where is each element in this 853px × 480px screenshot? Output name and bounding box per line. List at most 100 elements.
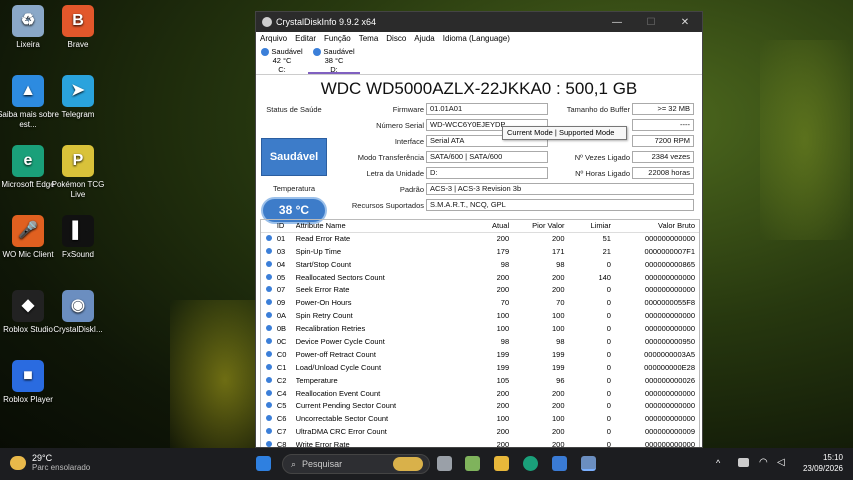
- attr-threshold: 0: [606, 259, 611, 269]
- menu-tema[interactable]: Tema: [359, 34, 379, 43]
- telegram-icon: ➤: [62, 75, 94, 107]
- attr-id: C2: [276, 375, 287, 385]
- desktop-icon-telegram[interactable]: ➤ Telegram: [46, 75, 110, 120]
- copilot-icon[interactable]: [465, 456, 480, 471]
- table-row[interactable]: 01 Read Error Rate 200 200 51 000000000000: [261, 233, 699, 246]
- attr-threshold: 0: [606, 337, 611, 347]
- task-view-icon[interactable]: [437, 456, 452, 471]
- disk-model-title: WDC WD5000AZLX-22JKKA0 : 500,1 GB: [320, 79, 638, 98]
- attr-name: Seek Error Rate: [295, 285, 350, 295]
- table-row[interactable]: 0C Device Power Cycle Count 98 98 0 000000000…: [261, 336, 699, 349]
- attr-worst: 100: [551, 311, 565, 321]
- menu-funcao[interactable]: Função: [324, 34, 351, 43]
- table-row[interactable]: C6 Uncorrectable Sector Count 100 100 0 00000…: [261, 413, 699, 426]
- table-row[interactable]: C2 Temperature 105 96 0 000000000026: [261, 375, 699, 388]
- volume-icon[interactable]: ◁: [777, 457, 785, 468]
- table-row[interactable]: C8 Write Error Rate 200 200 0 000000000000: [261, 439, 699, 448]
- weather-widget[interactable]: 29°C Parc ensolarado: [10, 453, 90, 472]
- drive-tab-c[interactable]: Saudável 42 °C C:: [256, 45, 308, 74]
- maximize-button[interactable]: ☐: [634, 17, 668, 28]
- menu-editar[interactable]: Editar: [295, 34, 316, 43]
- menu-arquivo[interactable]: Arquivo: [260, 34, 287, 43]
- attr-name: Reallocated Sectors Count: [295, 272, 385, 282]
- health-status-button[interactable]: Saudável: [261, 138, 327, 176]
- power-on-hours-value: 22008 horas: [632, 167, 694, 179]
- table-row[interactable]: C5 Current Pending Sector Count 200 200 0 000…: [261, 400, 699, 413]
- minimize-button[interactable]: —: [600, 17, 634, 28]
- transfer-mode-tooltip: Current Mode | Supported Mode: [502, 126, 627, 140]
- desktop-icon-fxsound[interactable]: ▌ FxSound: [46, 215, 110, 260]
- attr-name: Temperature: [295, 375, 338, 385]
- desktop-icon-label: FxSound: [61, 250, 95, 259]
- desktop-icon-roblox-player[interactable]: ■ Roblox Player: [0, 360, 60, 405]
- close-button[interactable]: ✕: [668, 17, 702, 28]
- desktop-icon-brave[interactable]: B Brave: [46, 5, 110, 50]
- table-row[interactable]: C4 Reallocation Event Count 200 200 0 0000000…: [261, 388, 699, 401]
- file-explorer-icon[interactable]: [494, 456, 509, 471]
- power-on-hours-label: Nº Horas Ligado: [575, 169, 630, 178]
- attr-id: 0C: [276, 337, 287, 347]
- rotation-rate-value: 7200 RPM: [632, 135, 694, 147]
- col-worst[interactable]: Pior Valor: [509, 220, 564, 232]
- table-row[interactable]: 07 Seek Error Rate 200 200 0 000000000000: [261, 284, 699, 297]
- brave-icon: B: [62, 5, 94, 37]
- attr-raw: 000000000000: [644, 440, 695, 448]
- menu-idioma[interactable]: Idioma (Language): [443, 34, 510, 43]
- attr-id: C0: [276, 349, 287, 359]
- table-row[interactable]: C0 Power-off Retract Count 199 199 0 00000000…: [261, 349, 699, 362]
- table-row[interactable]: C7 UltraDMA CRC Error Count 200 200 0 0000000…: [261, 426, 699, 439]
- table-row[interactable]: 0B Recalibration Retries 100 100 0 0000000000…: [261, 323, 699, 336]
- standard-value: ACS-3 | ACS-3 Revision 3b: [426, 183, 694, 195]
- col-threshold[interactable]: Limiar: [565, 220, 611, 232]
- attr-raw: 000000000000: [644, 401, 695, 411]
- store-icon[interactable]: [552, 456, 567, 471]
- attr-current: 200: [496, 285, 510, 295]
- attr-raw: 000000000000: [644, 233, 695, 243]
- attr-current: 98: [500, 259, 510, 269]
- edge-taskbar-icon[interactable]: [523, 456, 538, 471]
- menu-disco[interactable]: Disco: [386, 34, 406, 43]
- start-icon[interactable]: [256, 456, 271, 471]
- table-row[interactable]: 0A Spin Retry Count 100 100 0 000000000000: [261, 310, 699, 323]
- col-id[interactable]: ID: [277, 220, 296, 232]
- table-row[interactable]: C1 Load/Unload Cycle Count 199 199 0 00000000…: [261, 362, 699, 375]
- attr-current: 179: [496, 246, 510, 256]
- attr-threshold: 0: [606, 401, 611, 411]
- col-raw-value[interactable]: Valor Bruto: [611, 220, 699, 232]
- table-row[interactable]: 09 Power-On Hours 70 70 0 0000000055F8: [261, 297, 699, 310]
- learn-more-icon: ▲: [12, 75, 44, 107]
- clock[interactable]: 15:10 23/09/2026: [803, 452, 843, 474]
- attr-current: 200: [496, 427, 510, 437]
- wifi-icon[interactable]: ◠: [759, 457, 768, 468]
- table-row[interactable]: 05 Reallocated Sectors Count 200 200 140 0000…: [261, 272, 699, 285]
- attr-id: C1: [276, 362, 287, 372]
- firmware-value: 01.01A01: [426, 103, 548, 115]
- search-icon: ⌕: [291, 458, 297, 469]
- camera-icon[interactable]: [738, 458, 749, 467]
- crystaldisk-taskbar-icon[interactable]: [581, 456, 596, 471]
- attr-worst: 171: [551, 246, 565, 256]
- menu-ajuda[interactable]: Ajuda: [414, 34, 434, 43]
- col-current[interactable]: Atual: [462, 220, 509, 232]
- attr-raw: 000000000000: [644, 414, 695, 424]
- desktop-icon-crystaldisk[interactable]: ◉ CrystalDiskI...: [46, 290, 110, 335]
- attr-raw: 000000000000: [644, 285, 695, 295]
- attr-name: Start/Stop Count: [295, 259, 352, 269]
- attr-worst: 70: [556, 298, 565, 308]
- buffer-size-label: Tamanho do Buffer: [566, 105, 630, 114]
- edge-icon: e: [12, 145, 44, 177]
- status-dot-icon: [265, 312, 272, 319]
- table-row[interactable]: 03 Spin-Up Time 179 171 21 0000000007F1: [261, 246, 699, 259]
- drive-tab-d[interactable]: Saudável 38 °C D:: [308, 45, 360, 74]
- status-dot-icon: [265, 376, 272, 383]
- attr-raw: 000000000000: [644, 388, 695, 398]
- title-bar[interactable]: CrystalDiskInfo 9.9.2 x64 — ☐ ✕: [256, 12, 702, 32]
- col-attribute-name[interactable]: Attribute Name: [296, 220, 462, 232]
- chevron-up-icon[interactable]: ^: [716, 458, 720, 468]
- desktop-icon-pokemon[interactable]: P Pokémon TCG Live: [46, 145, 110, 200]
- temperature-label: Temperatura: [272, 184, 316, 193]
- attr-id: 07: [276, 285, 286, 295]
- attr-name: Current Pending Sector Count: [295, 401, 397, 411]
- search-box[interactable]: ⌕ Pesquisar: [282, 454, 430, 474]
- table-row[interactable]: 04 Start/Stop Count 98 98 0 000000000865: [261, 259, 699, 272]
